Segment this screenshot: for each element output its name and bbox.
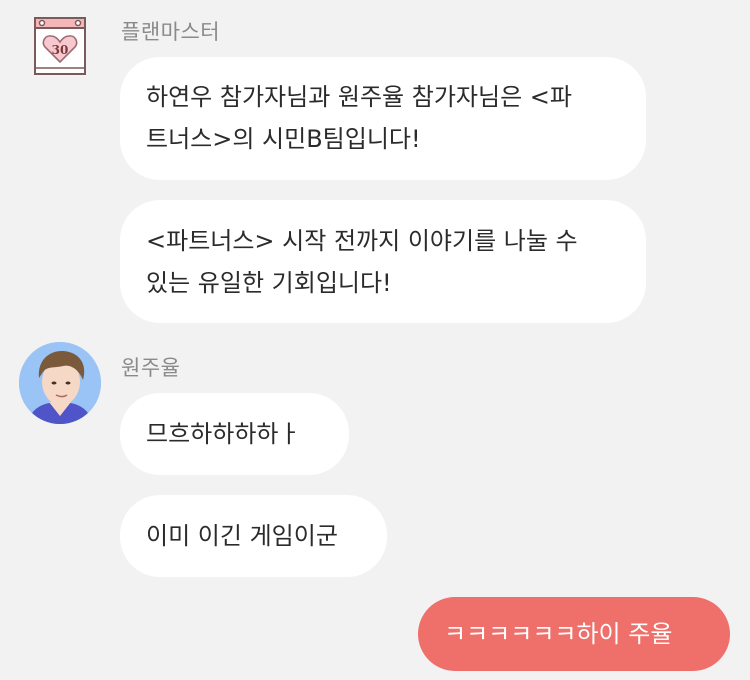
message-bubble[interactable]: 므흐하하하하ㅏ xyxy=(120,393,349,475)
message-bubble[interactable]: 이미 이긴 게임이군 xyxy=(120,495,387,577)
message-text-line: 므흐하하하하ㅏ xyxy=(146,420,301,448)
message-bubble[interactable]: <파트너스> 시작 전까지 이야기를 나눌 수 있는 유일한 기회입니다! xyxy=(120,200,646,323)
sender-name: 플랜마스터 xyxy=(121,20,221,44)
calendar-heart-icon: 30 xyxy=(33,16,87,76)
my-message-bubble[interactable]: ㅋㅋㅋㅋㅋㅋ하이 주율 xyxy=(418,597,730,671)
message-text-line: 이미 이긴 게임이군 xyxy=(146,522,338,550)
message-text-line: <파트너스> 시작 전까지 이야기를 나눌 수 xyxy=(146,227,578,255)
message-bubble[interactable]: 하연우 참가자님과 원주율 참가자님은 <파 트너스>의 시민B팀입니다! xyxy=(120,57,646,180)
calendar-day-number: 30 xyxy=(52,43,69,57)
person-avatar[interactable] xyxy=(19,342,101,424)
message-text-line: 하연우 참가자님과 원주율 참가자님은 <파 xyxy=(146,83,572,111)
message-text-line: ㅋㅋㅋㅋㅋㅋ하이 주율 xyxy=(444,620,673,648)
message-text-line: 있는 유일한 기회입니다! xyxy=(146,269,392,297)
sender-name: 원주율 xyxy=(121,356,181,380)
message-text-line: 트너스>의 시민B팀입니다! xyxy=(146,125,421,153)
